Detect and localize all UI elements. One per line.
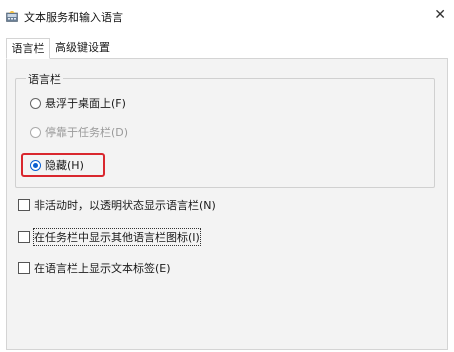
window-title: 文本服务和输入语言 [24,11,123,24]
checkbox-show-extra-icons-in-taskbar[interactable]: 在任务栏中显示其他语言栏图标(I) [18,228,201,246]
checkbox-show-text-labels[interactable]: 在语言栏上显示文本标签(E) [18,260,171,276]
checkbox-label: 非活动时，以透明状态显示语言栏(N) [34,199,216,212]
tab-advanced-key-settings[interactable]: 高级键设置 [52,38,113,57]
groupbox-label: 语言栏 [26,71,63,87]
title-bar: 文本服务和输入语言 ✕ [0,0,454,32]
red-highlight-annotation [21,153,105,177]
checkbox-label: 在任务栏中显示其他语言栏图标(I) [33,228,201,246]
radio-label: 停靠于任务栏(D) [45,126,129,139]
checkbox[interactable] [18,231,30,243]
checkbox-transparent-when-inactive[interactable]: 非活动时，以透明状态显示语言栏(N) [18,197,216,213]
checkbox[interactable] [18,262,30,274]
checkbox[interactable] [18,199,30,211]
radio-float-on-desktop[interactable]: 悬浮于桌面上(F) [30,95,126,111]
checkbox-label: 在语言栏上显示文本标签(E) [34,262,171,275]
radio-button[interactable] [30,97,41,109]
close-icon[interactable]: ✕ [434,7,446,23]
radio-label: 悬浮于桌面上(F) [45,97,126,110]
radio-button [30,126,41,138]
tab-content-panel: 语言栏 悬浮于桌面上(F) 停靠于任务栏(D) 隐藏(H) 非活动时，以透明状态… [6,58,448,350]
keyboard-app-icon [6,11,18,22]
radio-docked-in-taskbar: 停靠于任务栏(D) [30,124,128,140]
tab-language-bar[interactable]: 语言栏 [6,38,50,59]
